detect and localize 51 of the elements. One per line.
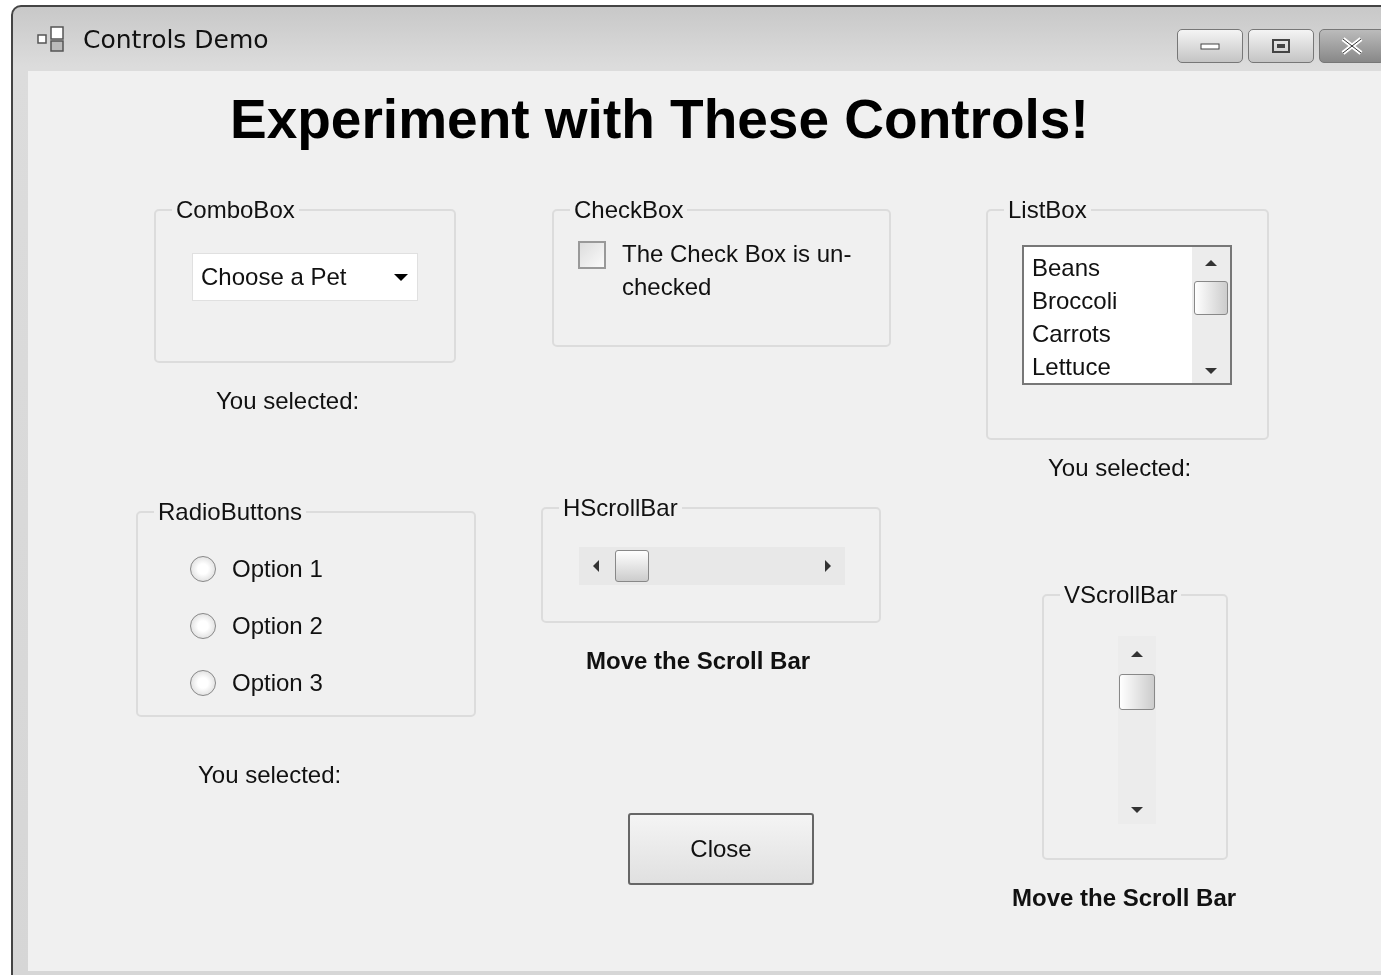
down-arrow-icon [1130,806,1144,814]
left-arrow-icon [591,559,601,573]
list-box[interactable]: Beans Broccoli Carrots Lettuce [1022,245,1232,385]
option-label: Option 2 [232,612,323,640]
scroll-caption: Move the Scroll Bar [586,647,811,675]
dropdown-caret-icon [393,272,409,282]
result-label: You selected: [216,387,360,415]
group-label: CheckBox [573,197,685,223]
heading: Experiment with These Controls! [229,87,1089,152]
list-item[interactable]: Lettuce [1032,350,1192,383]
vertical-scroll-bar[interactable] [1192,247,1230,383]
checkbox-label: The Check Box is un-checked [622,239,852,302]
result-label: You selected: [198,761,342,789]
list-item[interactable]: Broccoli [1032,284,1192,317]
up-arrow-icon [1130,650,1144,658]
result-label: You selected: [1048,454,1192,482]
close-icon [1339,37,1365,55]
radio-option[interactable]: Option 3 [190,669,474,697]
radio-button[interactable] [190,556,216,582]
radio-option[interactable]: Option 2 [190,612,474,640]
group-label: ListBox [1007,197,1088,223]
close-window-button[interactable] [1319,29,1381,63]
minimize-icon [1200,42,1220,50]
group-label: RadioButtons [157,499,304,525]
up-arrow-icon [1204,259,1218,267]
radio-button[interactable] [190,613,216,639]
list-item[interactable]: Beans [1032,251,1192,284]
radio-button[interactable] [190,670,216,696]
group-label: HScrollBar [562,495,679,521]
radio-option[interactable]: Option 1 [190,555,474,583]
horizontal-scroll-bar[interactable] [579,547,845,585]
scroll-thumb[interactable] [1194,281,1228,315]
window-title: Controls Demo [83,24,269,54]
option-label: Option 1 [232,555,323,583]
maximize-icon [1271,38,1291,54]
close-button[interactable]: Close [628,813,814,885]
down-arrow-icon [1204,367,1218,375]
combo-box[interactable]: Choose a Pet [192,253,418,301]
minimize-button[interactable] [1177,29,1243,63]
list-item[interactable]: Carrots [1032,317,1192,350]
app-icon [37,26,65,52]
option-label: Option 3 [232,669,323,697]
group-label: VScrollBar [1063,582,1179,608]
maximize-button[interactable] [1248,29,1314,63]
checkbox[interactable] [578,241,606,269]
vertical-scroll-bar[interactable] [1118,636,1156,824]
scroll-thumb[interactable] [1119,674,1155,710]
scroll-thumb[interactable] [615,550,649,582]
right-arrow-icon [823,559,833,573]
scroll-caption: Move the Scroll Bar [1012,884,1237,912]
group-label: ComboBox [175,197,296,223]
